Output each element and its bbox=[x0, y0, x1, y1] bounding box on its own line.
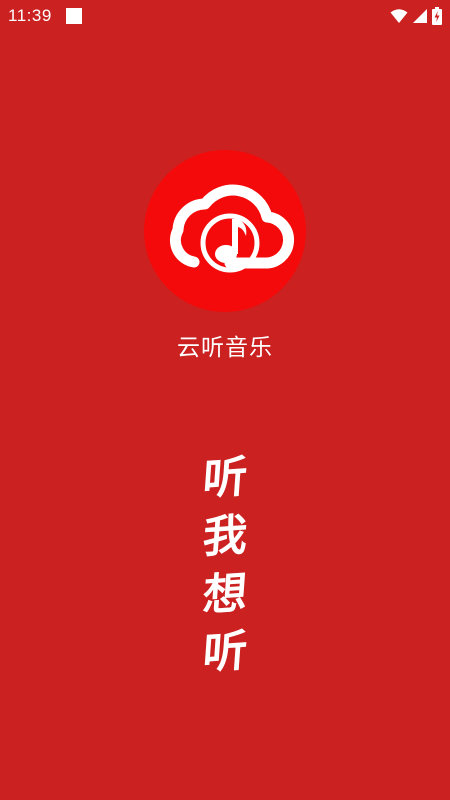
wifi-icon bbox=[390, 9, 408, 23]
cellular-signal-icon bbox=[413, 9, 427, 23]
slogan-char: 想 bbox=[201, 567, 249, 622]
status-bar: 11:39 bbox=[0, 0, 450, 32]
app-logo bbox=[144, 150, 306, 312]
notification-square-icon bbox=[66, 8, 82, 24]
slogan: 听 我 想 听 bbox=[195, 450, 255, 682]
cloud-music-note-icon bbox=[144, 150, 306, 312]
slogan-char: 听 bbox=[201, 625, 249, 680]
app-name: 云听音乐 bbox=[177, 335, 273, 361]
status-icons bbox=[390, 6, 442, 26]
slogan-char: 听 bbox=[201, 451, 249, 506]
slogan-char: 我 bbox=[201, 509, 249, 564]
status-time: 11:39 bbox=[8, 6, 52, 25]
battery-charging-icon bbox=[432, 7, 442, 25]
